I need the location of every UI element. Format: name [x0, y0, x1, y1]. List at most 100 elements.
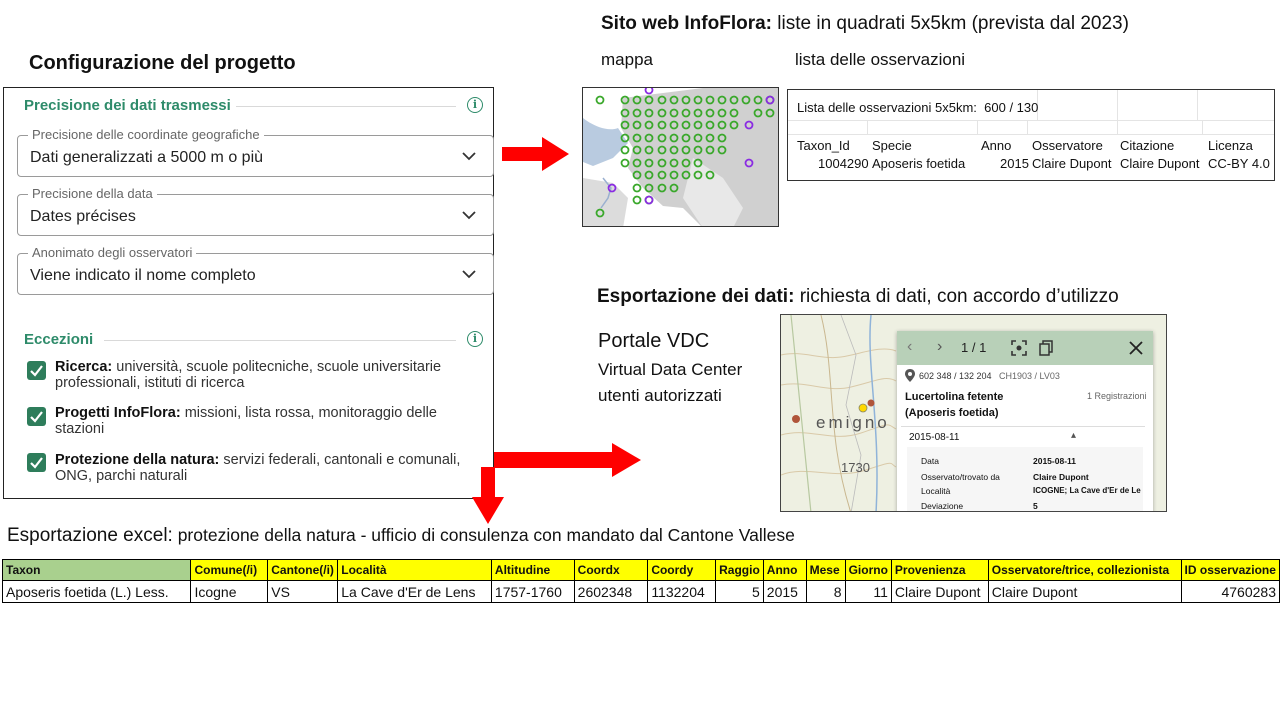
excel-cell: 1132204	[647, 580, 717, 603]
observer-anonymity-select[interactable]: Anonimato degli osservatori Viene indica…	[17, 245, 494, 295]
detail-value: ICOGNE; La Cave d'Er de Le	[1033, 486, 1141, 495]
excel-cell: VS	[267, 580, 339, 603]
section-divider	[104, 340, 456, 341]
field-value: Viene indicato il nome completo	[30, 267, 256, 284]
prev-icon[interactable]: ‹	[907, 338, 912, 356]
cell-license: CC-BY 4.0	[1208, 156, 1270, 171]
copy-icon[interactable]	[1039, 340, 1053, 356]
excel-cell: Claire Dupont	[890, 580, 989, 603]
registrations-count: 1 Registrazioni	[1087, 391, 1147, 401]
excel-header: Località	[337, 559, 492, 581]
excel-header: Raggio	[715, 559, 764, 581]
excel-cell: Aposeris foetida (L.) Less.	[1, 580, 192, 603]
precision-section-title: Precisione dei dati trasmessi	[24, 97, 231, 114]
portal-subtitle: Virtual Data Center	[598, 360, 743, 379]
field-label: Precisione della data	[28, 186, 157, 201]
detail-key: Osservato/trovato da	[921, 472, 1000, 482]
excel-header: Provenienza	[890, 559, 989, 581]
pager: 1 / 1	[961, 340, 987, 355]
map-place-label: emigno	[816, 413, 890, 432]
excel-header: Anno	[762, 559, 807, 581]
species-latin: (Aposeris foetida)	[905, 407, 999, 419]
grid-map[interactable]	[582, 87, 779, 227]
excel-cell: 2602348	[573, 580, 649, 603]
excel-cell: Icogne	[190, 580, 269, 603]
map-graphic	[583, 88, 778, 226]
nature-protection-label: Protezione della natura: servizi federal…	[55, 452, 461, 484]
excel-header: Giorno	[844, 559, 892, 581]
research-checkbox[interactable]	[27, 361, 46, 380]
coordinate-system: CH1903 / LV03	[999, 371, 1060, 381]
field-value: Dates précises	[30, 208, 136, 225]
excel-header: Comune(/i)	[190, 559, 269, 581]
portal-audience: utenti autorizzati	[598, 386, 722, 405]
excel-cell: 2015	[762, 580, 807, 603]
date-toggle[interactable]: 2015-08-11	[909, 432, 959, 443]
detail-value: 2015-08-11	[1033, 456, 1077, 466]
research-label: Ricerca: università, scuole politecniche…	[55, 359, 442, 391]
infoflora-projects-label: Progetti InfoFlora: missioni, lista ross…	[55, 405, 437, 437]
excel-cell: La Cave d'Er de Lens	[337, 580, 492, 603]
nature-protection-checkbox[interactable]	[27, 453, 46, 472]
cell-citation: Claire Dupont	[1120, 156, 1200, 171]
list-label: lista delle osservazioni	[795, 50, 966, 69]
info-icon[interactable]: i	[467, 331, 483, 347]
field-value: Dati generalizzati a 5000 m o più	[30, 149, 264, 166]
date-precision-select[interactable]: Precisione della data Dates précises	[17, 186, 494, 236]
info-icon[interactable]: i	[467, 97, 483, 113]
arrow-to-website-icon	[502, 137, 569, 171]
next-icon[interactable]: ›	[937, 338, 942, 356]
config-heading: Configurazione del progetto	[29, 52, 296, 74]
chevron-down-icon	[462, 270, 476, 279]
excel-cell: 11	[844, 580, 892, 603]
cell-year: 2015	[1000, 156, 1029, 171]
excel-header: ID osservazione	[1180, 559, 1280, 581]
field-label: Anonimato degli osservatori	[28, 245, 197, 260]
excel-header: Osservatore/trice, collezionista	[987, 559, 1182, 581]
website-heading: Sito web InfoFlora: liste in quadrati 5x…	[601, 13, 1129, 34]
detail-key: Data	[921, 456, 939, 466]
config-panel: Precisione dei dati trasmessi i Precisio…	[3, 87, 494, 499]
location-pin-icon	[905, 369, 915, 382]
coordinate-precision-select[interactable]: Precisione delle coordinate geografiche …	[17, 127, 494, 177]
detail-value: Claire Dupont	[1033, 472, 1089, 482]
column-header: Specie	[872, 138, 912, 153]
excel-header: Coordy	[647, 559, 717, 581]
divider	[901, 426, 1145, 427]
species-name: Lucertolina fetente	[905, 391, 1004, 403]
section-divider	[236, 106, 456, 107]
excel-heading: Esportazione excel: protezione della nat…	[7, 525, 795, 546]
chevron-down-icon	[462, 211, 476, 220]
excel-header: Altitudine	[490, 559, 575, 581]
excel-header: Cantone(/i)	[267, 559, 339, 581]
coordinates: 602 348 / 132 204	[919, 371, 992, 381]
column-header: Osservatore	[1032, 138, 1103, 153]
close-icon[interactable]	[1129, 341, 1143, 355]
checkmark-icon	[30, 411, 43, 423]
excel-table: Taxon Comune(/i) Cantone(/i) Località Al…	[1, 559, 1280, 603]
map-label: mappa	[601, 50, 653, 69]
arrow-to-vdc-icon	[494, 443, 641, 477]
excel-header: Mese	[805, 559, 846, 581]
detail-value: 5	[1033, 501, 1038, 511]
excel-sheet: Taxon Comune(/i) Cantone(/i) Località Al…	[0, 552, 1280, 607]
collapse-icon[interactable]: ▴	[1071, 430, 1076, 441]
focus-icon[interactable]	[1011, 340, 1027, 356]
checkmark-icon	[30, 457, 43, 469]
detail-key: Località	[921, 486, 951, 496]
export-heading: Esportazione dei dati: richiesta di dati…	[597, 286, 1119, 307]
excel-header-row: Taxon Comune(/i) Cantone(/i) Località Al…	[1, 559, 1280, 581]
column-header: Licenza	[1208, 138, 1253, 153]
cell-species: Aposeris foetida	[872, 156, 966, 171]
excel-cell: 5	[715, 580, 764, 603]
excel-header: Coordx	[573, 559, 649, 581]
cell-observer: Claire Dupont	[1032, 156, 1112, 171]
field-label: Precisione delle coordinate geografiche	[28, 127, 264, 142]
exceptions-section-title: Eccezioni	[24, 331, 94, 348]
map-altitude-label: 1730	[841, 460, 870, 475]
excel-cell: 8	[805, 580, 846, 603]
excel-cell: 1757-1760	[490, 580, 575, 603]
checkmark-icon	[30, 365, 43, 377]
infoflora-projects-checkbox[interactable]	[27, 407, 46, 426]
column-header: Citazione	[1120, 138, 1175, 153]
